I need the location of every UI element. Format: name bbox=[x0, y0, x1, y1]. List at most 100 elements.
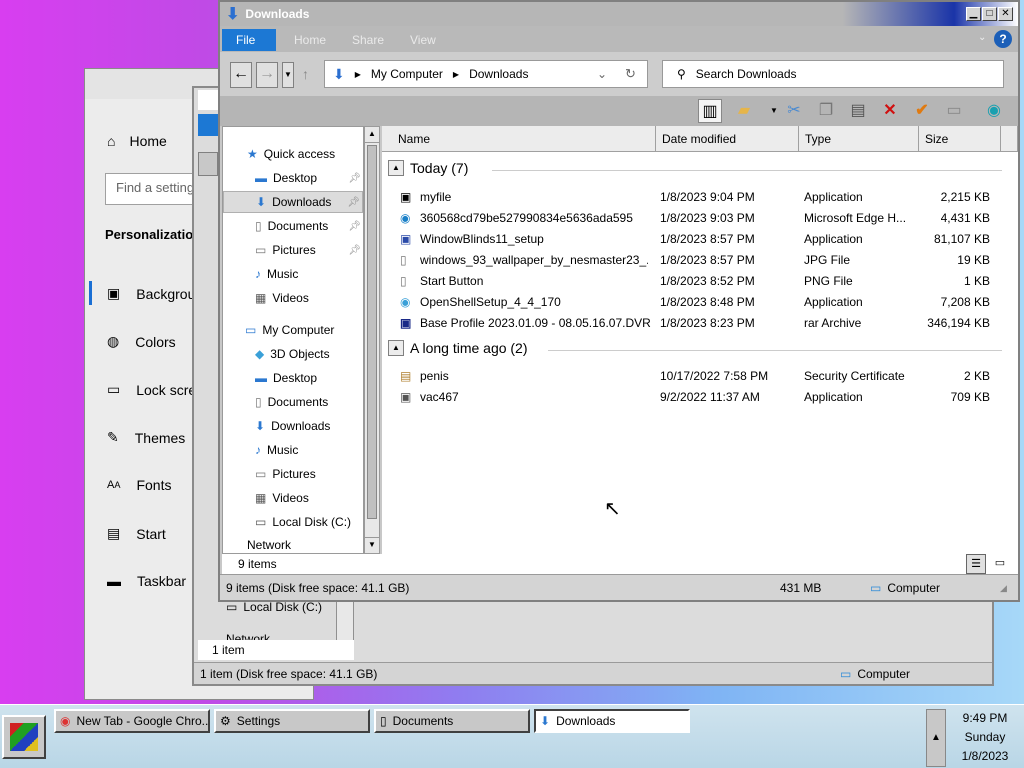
nav-quick-access[interactable]: ★ Quick access bbox=[223, 143, 363, 165]
collapse-icon[interactable]: ▲ bbox=[388, 340, 404, 356]
scroll-down-arrow[interactable]: ▼ bbox=[365, 537, 379, 553]
documents-nav-network[interactable]: Network bbox=[226, 632, 270, 640]
column-type[interactable]: Type bbox=[799, 126, 919, 152]
drive-icon: ▭ bbox=[255, 515, 267, 529]
breadcrumb-my-computer[interactable]: My Computer bbox=[371, 67, 443, 81]
tab-home[interactable]: Home bbox=[280, 29, 340, 51]
tab-share[interactable]: Share bbox=[338, 29, 398, 51]
column-date-modified[interactable]: Date modified bbox=[656, 126, 799, 152]
refresh-icon[interactable]: ↻ bbox=[625, 66, 636, 82]
nav-network[interactable]: Network bbox=[223, 539, 363, 551]
documents-nav-local-disk[interactable]: ▭ Local Disk (C:) bbox=[226, 600, 322, 614]
nav-quick-documents[interactable]: ▯ Documents 📌︎ bbox=[223, 215, 363, 237]
font-icon: AA bbox=[107, 479, 121, 491]
check-icon[interactable]: ✔ bbox=[910, 99, 934, 123]
column-size[interactable]: Size bbox=[919, 126, 1001, 152]
nav-quick-music[interactable]: ♪ Music bbox=[223, 263, 363, 285]
scroll-up-arrow[interactable]: ▲ bbox=[365, 127, 379, 143]
collapse-icon[interactable]: ▲ bbox=[388, 160, 404, 176]
table-row[interactable]: ▣ WindowBlinds11_setup 1/8/2023 8:57 PM App… bbox=[398, 228, 1002, 249]
paste-icon[interactable]: ▤ bbox=[846, 99, 870, 123]
nav-documents[interactable]: ▯ Documents bbox=[223, 391, 363, 413]
computer-icon: ▭ bbox=[870, 581, 882, 595]
table-row[interactable]: ◉ OpenShellSetup_4_4_170 1/8/2023 8:48 PM A… bbox=[398, 291, 1002, 312]
large-icons-view-icon[interactable]: ▭ bbox=[990, 554, 1010, 574]
nav-3d-objects[interactable]: ◆ 3D Objects bbox=[223, 343, 363, 365]
delete-icon[interactable]: ✕ bbox=[878, 99, 902, 123]
nav-music[interactable]: ♪ Music bbox=[223, 439, 363, 461]
forward-button[interactable]: → bbox=[256, 62, 278, 88]
clock-date: 1/8/2023 bbox=[961, 749, 1009, 763]
nav-quick-desktop[interactable]: ▬ Desktop 📌︎ bbox=[223, 167, 363, 189]
task-chrome[interactable]: ◉ New Tab - Google Chro... bbox=[54, 709, 210, 733]
close-button[interactable]: ✕ bbox=[998, 7, 1013, 21]
search-icon: ⚲ bbox=[677, 67, 686, 81]
group-long-time-ago[interactable]: ▲ A long time ago (2) bbox=[388, 340, 528, 356]
folder-icon[interactable]: ▰ bbox=[732, 99, 756, 123]
table-row[interactable]: ◉ 360568cd79be527990834e5636ada595 1/8/202… bbox=[398, 207, 1002, 228]
group-today[interactable]: ▲ Today (7) bbox=[388, 160, 468, 176]
settings-item-colors[interactable]: ◍ Colors bbox=[107, 333, 176, 350]
nav-quick-videos[interactable]: ▦ Videos bbox=[223, 287, 363, 309]
nav-scrollbar[interactable]: ▲ ▼ bbox=[364, 126, 380, 554]
settings-item-themes[interactable]: ✎ Themes bbox=[107, 429, 185, 446]
globe-icon[interactable]: ◉ bbox=[982, 99, 1006, 123]
table-row[interactable]: ▣ myfile 1/8/2023 9:04 PM Application 2,215 … bbox=[398, 186, 1002, 207]
column-name[interactable]: Name bbox=[382, 126, 656, 152]
preview-pane-icon[interactable]: ▥ bbox=[698, 99, 722, 123]
nav-local-disk[interactable]: ▭ Local Disk (C:) bbox=[223, 511, 363, 533]
nav-quick-pictures[interactable]: ▭ Pictures 📌︎ bbox=[223, 239, 363, 261]
settings-active-indicator bbox=[89, 281, 92, 305]
tray-expand-button[interactable]: ▲ bbox=[926, 709, 946, 767]
task-settings[interactable]: ⚙ Settings bbox=[214, 709, 370, 733]
nav-pictures[interactable]: ▭ Pictures bbox=[223, 463, 363, 485]
address-bar[interactable]: ⬇ ▶ My Computer ▶ Downloads ⌄ ↻ bbox=[324, 60, 648, 88]
cut-icon[interactable]: ✂ bbox=[782, 99, 806, 123]
copy-icon[interactable]: ❐ bbox=[814, 99, 838, 123]
table-row[interactable]: ▣ Base Profile 2023.01.09 - 08.05.16.07.D… bbox=[398, 312, 1002, 333]
scroll-thumb[interactable] bbox=[367, 145, 377, 519]
ribbon-expand-icon[interactable]: ⌄ bbox=[978, 32, 986, 43]
column-filler bbox=[1001, 126, 1018, 152]
table-row[interactable]: ▯ Start Button 1/8/2023 8:52 PM PNG File 1 K… bbox=[398, 270, 1002, 291]
shell-icon: ◉ bbox=[400, 294, 411, 309]
back-button[interactable]: ← bbox=[230, 62, 252, 88]
task-documents[interactable]: ▯ Documents bbox=[374, 709, 530, 733]
clock[interactable]: 9:49 PM Sunday 1/8/2023 bbox=[950, 709, 1020, 767]
table-row[interactable]: ▯ windows_93_wallpaper_by_nesmaster23_...… bbox=[398, 249, 1002, 270]
music-icon: ♪ bbox=[255, 267, 261, 281]
resize-grip-icon[interactable]: ◢ bbox=[1000, 583, 1007, 594]
documents-items-count: 1 item bbox=[198, 640, 354, 660]
downloads-titlebar[interactable]: ⬇ Downloads bbox=[220, 2, 1018, 26]
maximize-button[interactable]: □ bbox=[982, 7, 997, 21]
document-icon: ▯ bbox=[255, 219, 262, 233]
chevron-down-icon[interactable]: ⌄ bbox=[597, 67, 607, 81]
documents-back-button[interactable] bbox=[198, 152, 218, 176]
tab-view[interactable]: View bbox=[396, 29, 450, 51]
cube-icon: ◆ bbox=[255, 347, 265, 361]
documents-ribbon-file[interactable] bbox=[198, 114, 220, 136]
settings-home[interactable]: ⌂ Home bbox=[107, 133, 167, 149]
windows-logo-icon bbox=[10, 723, 38, 751]
table-row[interactable]: ▤ penis 10/17/2022 7:58 PM Security Certifi… bbox=[398, 365, 1002, 386]
nav-quick-downloads[interactable]: ⬇ Downloads 📌︎ bbox=[223, 191, 363, 213]
nav-videos[interactable]: ▦ Videos bbox=[223, 487, 363, 509]
tab-file[interactable]: File bbox=[222, 29, 276, 51]
start-button[interactable] bbox=[2, 715, 46, 759]
properties-icon[interactable]: ▭ bbox=[942, 99, 966, 123]
settings-item-fonts[interactable]: AA Fonts bbox=[107, 477, 171, 493]
search-input[interactable]: ⚲ Search Downloads bbox=[662, 60, 1004, 88]
nav-downloads[interactable]: ⬇ Downloads bbox=[223, 415, 363, 437]
up-button[interactable]: ↑ bbox=[302, 66, 309, 82]
help-icon[interactable]: ? bbox=[994, 30, 1012, 48]
table-row[interactable]: ▣ vac467 9/2/2022 11:37 AM Application 709 K… bbox=[398, 386, 1002, 407]
nav-desktop[interactable]: ▬ Desktop bbox=[223, 367, 363, 389]
recent-locations-dropdown[interactable]: ▼ bbox=[282, 62, 294, 88]
settings-item-start[interactable]: ▤ Start bbox=[107, 525, 166, 542]
breadcrumb-downloads[interactable]: Downloads bbox=[469, 67, 528, 81]
minimize-button[interactable]: ▁ bbox=[966, 7, 981, 21]
settings-item-taskbar[interactable]: ▬ Taskbar bbox=[107, 573, 186, 589]
nav-my-computer[interactable]: ▭ My Computer bbox=[223, 319, 363, 341]
task-downloads[interactable]: ⬇ Downloads bbox=[534, 709, 690, 733]
details-view-icon[interactable]: ☰ bbox=[966, 554, 986, 574]
